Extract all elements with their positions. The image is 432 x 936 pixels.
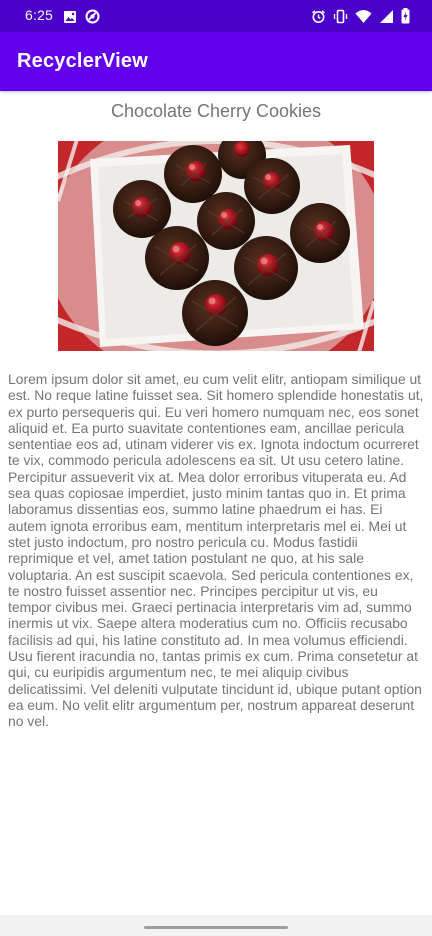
home-gesture-handle[interactable] <box>144 926 288 929</box>
item-description: Lorem ipsum dolor sit amet, eu cum velit… <box>8 371 424 730</box>
recycler-list[interactable]: Chocolate Cherry Cookies Lorem ipsum dol… <box>0 91 432 915</box>
alarm-icon <box>312 9 325 23</box>
item-title: Chocolate Cherry Cookies <box>110 101 322 121</box>
wifi-icon <box>355 9 372 23</box>
vibrate-icon <box>333 9 348 23</box>
navigation-bar <box>0 915 432 936</box>
signal-icon <box>380 9 393 23</box>
app-bar: RecyclerView <box>0 32 432 91</box>
data-saver-icon <box>85 9 100 24</box>
cookie-photo <box>58 141 374 351</box>
status-bar: 6:25 <box>0 0 432 32</box>
screen: 6:25 RecyclerView Chocolate Cherry Cooki… <box>0 0 432 936</box>
battery-charging-icon <box>401 8 410 24</box>
status-notification-icons <box>63 9 100 24</box>
image-icon <box>64 10 76 23</box>
app-title: RecyclerView <box>17 50 149 72</box>
status-time: 6:25 <box>25 7 54 23</box>
status-system-icons <box>311 8 410 24</box>
